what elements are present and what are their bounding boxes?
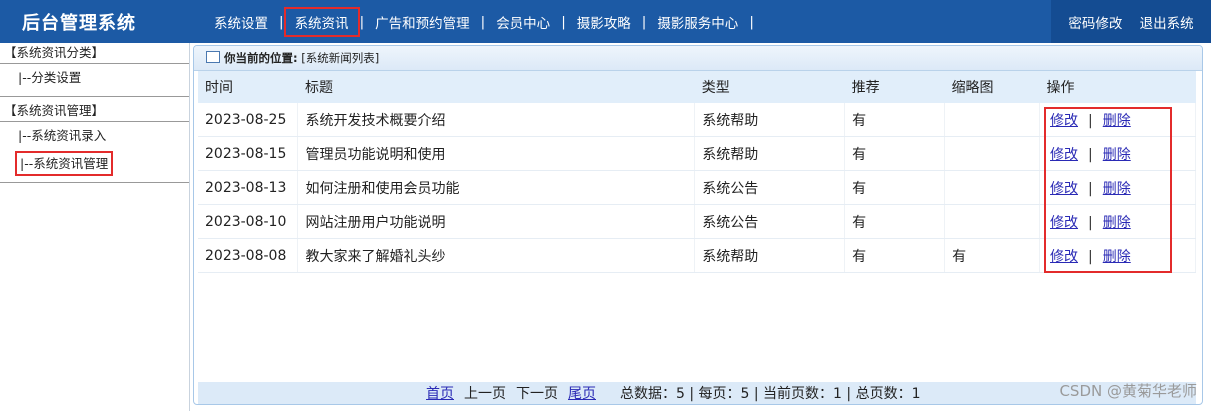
sidebar-item-news-entry[interactable]: |--系统资讯录入 [0, 122, 189, 150]
breadcrumb-prefix: 你当前的位置: [224, 51, 298, 65]
nav-separator: | [480, 13, 486, 30]
nav-member-center[interactable]: 会员中心 [488, 10, 558, 34]
cell-type: 系统公告 [694, 170, 846, 205]
cell-thumbnail [944, 204, 1041, 239]
change-password-link[interactable]: 密码修改 [1068, 12, 1122, 32]
table-header-row: 时间 标题 类型 推荐 缩略图 操作 [198, 71, 1196, 103]
col-header-actions: 操作 [1039, 71, 1196, 103]
sidebar-group-title: 【系统资讯管理】 [4, 103, 105, 118]
pagination-stats: 总数据：5 | 每页：5 | 当前页数：1 | 总页数：1 [620, 386, 921, 402]
nav-separator: | [279, 13, 284, 30]
actions-highlight-box [1044, 107, 1172, 273]
sidebar: 【系统资讯分类】 |--分类设置 【系统资讯管理】 |--系统资讯录入 |--系… [0, 43, 190, 411]
cell-title: 如何注册和使用会员功能 [297, 170, 696, 205]
next-page-label: 下一页 [516, 386, 558, 402]
cell-recommend: 有 [844, 170, 946, 205]
nav-separator: | [641, 13, 647, 30]
breadcrumb: 你当前的位置: [系统新闻列表] [194, 46, 1202, 71]
nav-separator: | [749, 13, 754, 30]
cell-time: 2023-08-15 [198, 136, 299, 171]
nav-system-settings[interactable]: 系统设置 [206, 10, 276, 34]
nav-system-news[interactable]: 系统资讯 [283, 6, 360, 37]
list-icon [206, 51, 220, 63]
cell-thumbnail: 有 [944, 238, 1041, 273]
cell-time: 2023-08-13 [198, 170, 299, 205]
prev-page-label: 上一页 [464, 386, 506, 402]
cell-thumbnail [944, 103, 1041, 137]
nav-ads-booking[interactable]: 广告和预约管理 [367, 10, 478, 34]
pagination: 首页 上一页 下一页 尾页 总数据：5 | 每页：5 | 当前页数：1 | 总页… [198, 382, 1196, 404]
sidebar-item-news-manage[interactable]: |--系统资讯管理 [0, 150, 189, 178]
last-page-link[interactable]: 尾页 [568, 383, 596, 403]
main-nav: 系统设置 | 系统资讯 | 广告和预约管理 | 会员中心 | 摄影攻略 | 摄影… [206, 0, 757, 43]
col-header-time: 时间 [198, 71, 298, 103]
logout-link[interactable]: 退出系统 [1140, 12, 1194, 32]
sidebar-group-title: 【系统资讯分类】 [4, 45, 105, 60]
nav-separator: | [359, 13, 365, 30]
breadcrumb-location: [系统新闻列表] [301, 51, 380, 65]
cell-recommend: 有 [844, 136, 946, 171]
nav-separator: | [561, 13, 566, 30]
sidebar-item-category-settings[interactable]: |--分类设置 [0, 64, 189, 92]
cell-type: 系统帮助 [694, 103, 846, 137]
col-header-type: 类型 [694, 71, 845, 103]
content-panel: 你当前的位置: [系统新闻列表] 时间 标题 类型 推荐 缩略图 操作 2023… [193, 45, 1203, 405]
nav-photo-service[interactable]: 摄影服务中心 [649, 10, 746, 34]
cell-type: 系统公告 [694, 204, 846, 239]
cell-title: 管理员功能说明和使用 [297, 136, 696, 171]
divider [0, 182, 189, 183]
col-header-title: 标题 [297, 71, 695, 103]
watermark: CSDN @黄菊华老师 [1059, 382, 1197, 400]
first-page-link[interactable]: 首页 [426, 383, 454, 403]
col-header-thumbnail: 缩略图 [944, 71, 1040, 103]
cell-title: 网站注册用户功能说明 [297, 204, 696, 239]
cell-time: 2023-08-10 [198, 204, 299, 239]
cell-type: 系统帮助 [694, 136, 846, 171]
divider [0, 96, 189, 97]
top-header-bar: 后台管理系统 系统设置 | 系统资讯 | 广告和预约管理 | 会员中心 | 摄影… [0, 0, 1211, 43]
sidebar-item-label: |--系统资讯管理 [14, 151, 114, 176]
cell-time: 2023-08-08 [198, 238, 299, 273]
cell-recommend: 有 [844, 238, 946, 273]
cell-thumbnail [944, 170, 1041, 205]
account-nav: 密码修改 退出系统 [1051, 0, 1211, 43]
nav-photo-guide[interactable]: 摄影攻略 [569, 10, 639, 34]
cell-title: 系统开发技术概要介绍 [297, 103, 696, 137]
cell-thumbnail [944, 136, 1041, 171]
cell-recommend: 有 [844, 204, 946, 239]
app-title: 后台管理系统 [22, 13, 136, 34]
cell-recommend: 有 [844, 103, 946, 137]
cell-title: 教大家来了解婚礼头纱 [297, 238, 696, 273]
col-header-recommend: 推荐 [844, 71, 945, 103]
cell-type: 系统帮助 [694, 238, 846, 273]
cell-time: 2023-08-25 [198, 103, 299, 137]
